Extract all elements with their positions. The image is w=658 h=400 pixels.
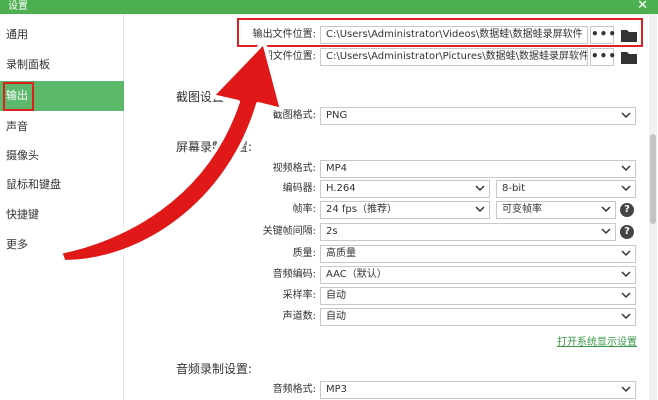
chevron-down-icon bbox=[621, 161, 631, 177]
framerate-select[interactable]: 24 fps（推荐） bbox=[320, 201, 490, 219]
open-display-settings-link[interactable]: 打开系统显示设置 bbox=[557, 333, 637, 348]
video-format-value: MP4 bbox=[326, 163, 348, 174]
more-dots-icon: ••• bbox=[591, 49, 618, 63]
keyframe-interval-label: 关键帧间隔: bbox=[262, 226, 316, 237]
sidebar-item-label: 鼠标和键盘 bbox=[6, 178, 61, 191]
sample-rate-label: 采样率: bbox=[282, 290, 316, 301]
sidebar-item-label: 摄像头 bbox=[6, 149, 39, 162]
bitdepth-select[interactable]: 8-bit bbox=[496, 180, 636, 198]
section-title: 截图设置 bbox=[176, 90, 225, 104]
keyframe-interval-value: 2s bbox=[326, 226, 338, 237]
highlight-box bbox=[237, 18, 643, 47]
quality-label: 质量: bbox=[292, 248, 316, 259]
chevron-down-icon bbox=[621, 108, 631, 124]
framerate-mode-value: 可变帧率 bbox=[502, 204, 542, 215]
screenshot-output-label: 截图文件位置: bbox=[252, 51, 316, 62]
chevron-down-icon bbox=[621, 382, 631, 398]
video-format-label: 视频格式: bbox=[272, 163, 316, 174]
scrollbar[interactable] bbox=[649, 14, 657, 400]
framerate-value: 24 fps（推荐） bbox=[326, 204, 397, 215]
sidebar-item-sound[interactable]: 声音 bbox=[0, 112, 124, 142]
sample-rate-value: 自动 bbox=[326, 290, 346, 301]
scrollbar-thumb[interactable] bbox=[650, 134, 656, 224]
sidebar-item-output[interactable]: 输出 bbox=[0, 81, 124, 111]
highlight-box bbox=[3, 82, 34, 111]
audio-codec-label: 音频编码: bbox=[272, 269, 316, 280]
sidebar-item-hotkeys[interactable]: 快捷键 bbox=[0, 200, 124, 230]
sidebar-item-general[interactable]: 通用 bbox=[0, 20, 124, 50]
screenshot-format-value: PNG bbox=[326, 110, 348, 121]
chevron-down-icon bbox=[475, 181, 485, 197]
title-bar: 设置 ✕ bbox=[0, 0, 658, 14]
video-format-select[interactable]: MP4 bbox=[320, 160, 636, 178]
audio-codec-select[interactable]: AAC（默认） bbox=[320, 266, 636, 284]
chevron-down-icon bbox=[621, 288, 631, 304]
channels-label: 声道数: bbox=[282, 311, 316, 322]
bitdepth-value: 8-bit bbox=[502, 183, 526, 194]
channels-select[interactable]: 自动 bbox=[320, 308, 636, 326]
sidebar-item-label: 通用 bbox=[6, 28, 28, 41]
sidebar-item-mouse-keyboard[interactable]: 鼠标和键盘 bbox=[0, 170, 124, 200]
sample-rate-select[interactable]: 自动 bbox=[320, 287, 636, 305]
sidebar-item-label: 更多 bbox=[6, 238, 28, 251]
audio-format-select[interactable]: MP3 bbox=[320, 381, 636, 399]
keyframe-interval-select[interactable]: 2s bbox=[320, 223, 616, 241]
screenshot-format-select[interactable]: PNG bbox=[320, 107, 636, 125]
sidebar-item-label: 快捷键 bbox=[6, 208, 39, 221]
chevron-down-icon bbox=[621, 267, 631, 283]
section-title: 音频录制设置: bbox=[176, 362, 253, 376]
chevron-down-icon bbox=[601, 224, 611, 240]
sidebar-item-more[interactable]: 更多 bbox=[0, 230, 124, 260]
screenshot-browse-button[interactable]: ••• bbox=[590, 48, 618, 66]
help-icon[interactable]: ? bbox=[620, 225, 634, 239]
chevron-down-icon bbox=[621, 309, 631, 325]
sidebar-item-label: 录制面板 bbox=[6, 58, 50, 71]
encoder-label: 编码器: bbox=[282, 183, 316, 194]
screenshot-output-path-field[interactable]: C:\Users\Administrator\Pictures\数据蛙\数据蛙录… bbox=[320, 48, 588, 66]
window-title: 设置 bbox=[8, 1, 28, 12]
chevron-down-icon bbox=[621, 181, 631, 197]
close-icon[interactable]: ✕ bbox=[637, 0, 648, 13]
help-icon[interactable]: ? bbox=[620, 203, 634, 217]
encoder-select[interactable]: H.264 bbox=[320, 180, 490, 198]
framerate-label: 帧率: bbox=[292, 204, 316, 215]
audio-codec-value: AAC（默认） bbox=[326, 269, 387, 280]
folder-icon[interactable] bbox=[619, 48, 639, 66]
settings-sidebar: 通用 录制面板 输出 声音 摄像头 鼠标和键盘 快捷键 更多 bbox=[0, 14, 124, 400]
sidebar-item-record-panel[interactable]: 录制面板 bbox=[0, 50, 124, 80]
screenshot-format-label: 截图格式: bbox=[272, 110, 316, 121]
channels-value: 自动 bbox=[326, 311, 346, 322]
quality-value: 高质量 bbox=[326, 248, 356, 259]
encoder-value: H.264 bbox=[326, 183, 356, 194]
audio-format-label: 音频格式: bbox=[272, 384, 316, 395]
chevron-down-icon bbox=[475, 202, 485, 218]
audio-format-value: MP3 bbox=[326, 384, 348, 395]
sidebar-item-label: 声音 bbox=[6, 120, 28, 133]
chevron-down-icon bbox=[601, 202, 611, 218]
quality-select[interactable]: 高质量 bbox=[320, 245, 636, 263]
section-title: 屏幕录制设置: bbox=[176, 140, 253, 154]
framerate-mode-select[interactable]: 可变帧率 bbox=[496, 201, 616, 219]
sidebar-item-camera[interactable]: 摄像头 bbox=[0, 141, 124, 171]
chevron-down-icon bbox=[621, 246, 631, 262]
